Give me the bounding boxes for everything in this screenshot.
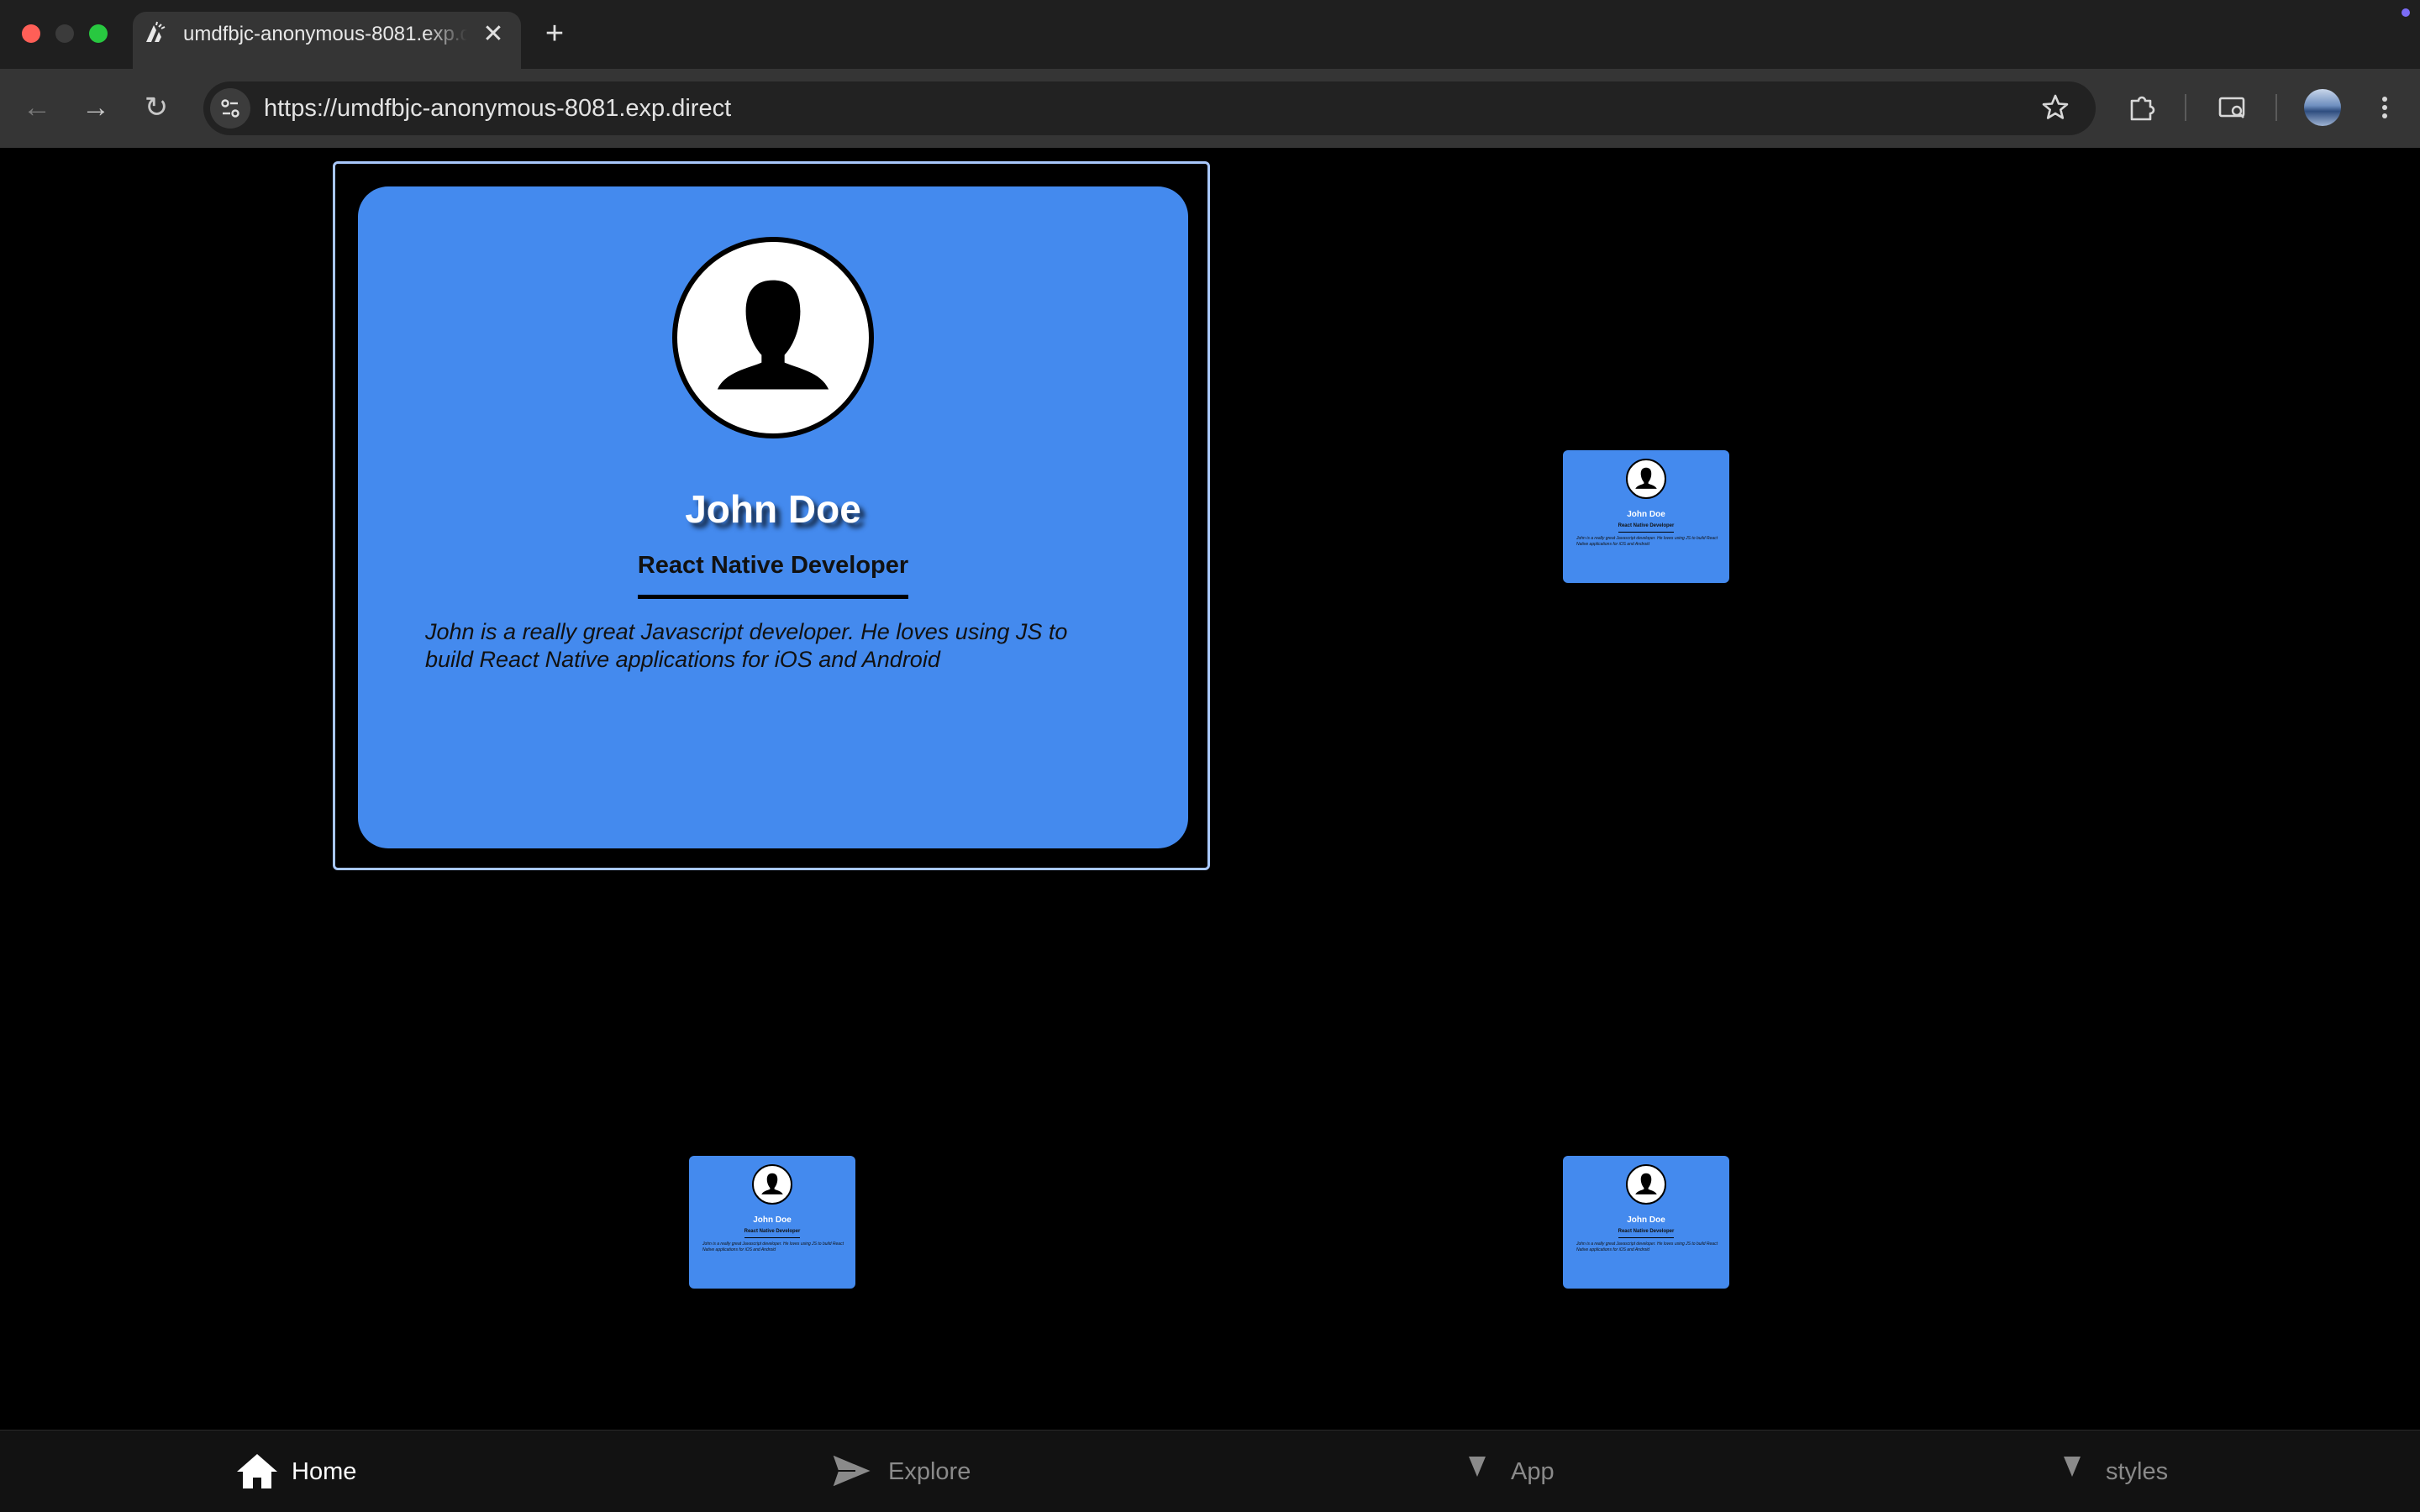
avatar [672, 237, 874, 438]
toolbar-separator [2185, 94, 2186, 121]
tab-label: Explore [888, 1458, 971, 1485]
divider [744, 1237, 800, 1238]
minimize-window-button[interactable] [55, 24, 74, 43]
profile-name: John Doe [1627, 510, 1665, 519]
url-text[interactable]: https://umdfbjc-anonymous-8081.exp.direc… [264, 91, 731, 126]
tab-close-icon[interactable]: ✕ [479, 20, 508, 49]
new-tab-icon[interactable]: + [538, 15, 571, 52]
user-silhouette-icon [717, 280, 829, 390]
user-silhouette-icon [1635, 467, 1657, 489]
profile-role: React Native Developer [1618, 1229, 1675, 1234]
profile-name: John Doe [753, 1215, 792, 1225]
user-silhouette-icon [761, 1173, 783, 1194]
profile-card[interactable]: John Doe React Native Developer John is … [358, 186, 1188, 848]
profile-avatar[interactable] [2304, 89, 2341, 126]
user-silhouette-icon [1635, 1173, 1657, 1194]
cast-search-icon[interactable] [2212, 87, 2252, 128]
divider [638, 595, 908, 599]
profile-bio-line: John is a really great Javascript develo… [425, 619, 1068, 644]
profile-name: John Doe [1627, 1215, 1665, 1225]
tab-label: Home [292, 1458, 357, 1485]
avatar [752, 1164, 792, 1205]
maximize-window-button[interactable] [89, 24, 108, 43]
tab-title: umdfbjc-anonymous-8081.exp.direct [183, 23, 467, 45]
divider [1618, 532, 1674, 533]
profile-role: React Native Developer [637, 552, 909, 579]
tab-label: App [1511, 1458, 1555, 1485]
profile-role: React Native Developer [744, 1229, 801, 1234]
profile-card-mini[interactable]: John Doe React Native Developer John is … [689, 1156, 855, 1289]
divider [1618, 1237, 1674, 1238]
more-menu-icon[interactable] [2365, 87, 2405, 128]
reload-icon[interactable]: ↻ [136, 87, 176, 128]
home-icon [237, 1454, 277, 1488]
profile-card-mini[interactable]: John Doe React Native Developer John is … [1563, 1156, 1729, 1289]
profile-bio-line: build React Native applications for iOS … [425, 647, 940, 672]
extensions-icon[interactable] [2121, 87, 2161, 128]
avatar [1626, 1164, 1666, 1205]
forward-icon[interactable]: → [76, 87, 116, 128]
triangle-down-icon [2064, 1457, 2081, 1477]
toolbar-separator [2275, 94, 2277, 121]
close-window-button[interactable] [22, 24, 40, 43]
back-icon[interactable]: ← [17, 87, 57, 128]
tune-icon [221, 99, 239, 118]
profile-bio: John is a really great Javascript develo… [1576, 536, 1718, 547]
expo-favicon-icon [146, 21, 166, 42]
avatar [1626, 459, 1666, 499]
tab-label: styles [2106, 1458, 2169, 1485]
site-info-button[interactable] [210, 88, 250, 129]
profile-role: React Native Developer [1618, 523, 1675, 528]
profile-bio: John is a really great Javascript develo… [702, 1242, 844, 1252]
send-icon [830, 1452, 874, 1489]
profile-bio: John is a really great Javascript develo… [1576, 1242, 1718, 1252]
profile-card-mini[interactable]: John Doe React Native Developer John is … [1563, 450, 1729, 583]
profile-name: John Doe [685, 487, 861, 531]
bookmark-star-icon[interactable] [2035, 87, 2075, 128]
profile-bio: John is a really great Javascript develo… [425, 618, 1131, 675]
triangle-down-icon [1469, 1457, 1486, 1477]
notification-dot [2402, 8, 2410, 17]
